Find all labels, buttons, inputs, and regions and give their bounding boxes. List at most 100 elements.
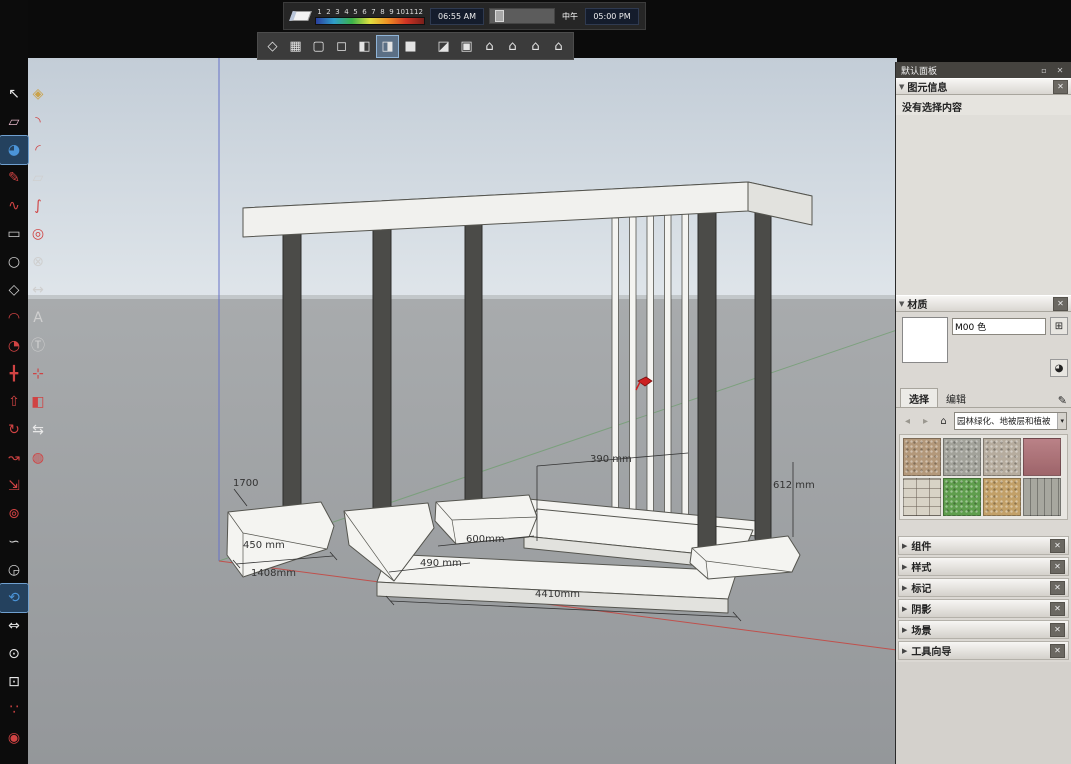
time-slider[interactable] — [489, 8, 555, 24]
section-close-icon[interactable]: ✕ — [1050, 644, 1065, 658]
view-top[interactable]: ▣ — [456, 36, 477, 57]
circle-tool[interactable]: ○ — [0, 248, 28, 276]
scale-tool[interactable]: ⇲ — [0, 472, 28, 500]
section-close-icon[interactable]: ✕ — [1050, 623, 1065, 637]
view-iso[interactable]: ◪ — [433, 36, 454, 57]
material-swatch-pavers-white[interactable] — [903, 478, 941, 516]
arc-tool[interactable]: ◠ — [0, 304, 28, 332]
materials-close-icon[interactable]: ✕ — [1053, 297, 1068, 311]
view-left[interactable]: ⌂ — [548, 36, 569, 57]
offset-edges-tool[interactable]: ◎ — [28, 220, 48, 248]
forward-arrow-icon[interactable]: ▸ — [918, 414, 933, 429]
look-around-tool[interactable]: ◉ — [0, 724, 28, 752]
polygon-tool[interactable]: ◇ — [0, 276, 28, 304]
style-hidden-line[interactable]: ◻ — [331, 36, 352, 57]
face-style-buttons: ◇▦▢◻◧◨■ — [262, 36, 421, 57]
material-preview-thumbnail[interactable] — [902, 317, 948, 363]
axes-tool[interactable]: ⊹ — [28, 360, 48, 388]
style-wireframe[interactable]: ▢ — [308, 36, 329, 57]
tab-edit[interactable]: 编辑 — [938, 389, 974, 407]
material-name-input[interactable] — [952, 318, 1046, 335]
3d-text-tool[interactable]: Ⓣ — [28, 332, 48, 360]
arc-3pt-tool[interactable]: ◜ — [28, 136, 48, 164]
back-arrow-icon[interactable]: ◂ — [900, 414, 915, 429]
style-shaded[interactable]: ◧ — [354, 36, 375, 57]
select-tool[interactable]: ↖ — [0, 80, 28, 108]
material-swatch-pebbles[interactable] — [983, 438, 1021, 476]
freehand-tool[interactable]: ∿ — [0, 192, 28, 220]
section-header-styles[interactable]: ▶样式✕ — [898, 557, 1069, 576]
time-start-field[interactable]: 06:55 AM — [430, 8, 484, 25]
text-tool[interactable]: A — [28, 304, 48, 332]
section-header-shadows[interactable]: ▶阴影✕ — [898, 599, 1069, 618]
follow-me-tool[interactable]: ↝ — [0, 444, 28, 472]
create-material-button[interactable]: ⊞ — [1050, 317, 1068, 335]
offset-tool[interactable]: ⊚ — [0, 500, 28, 528]
eraser-tool[interactable]: ▱ — [0, 108, 28, 136]
section-close-icon[interactable]: ✕ — [1050, 581, 1065, 595]
time-end-field[interactable]: 05:00 PM — [585, 8, 639, 25]
view-back[interactable]: ⌂ — [525, 36, 546, 57]
rectangle-tool[interactable]: ▭ — [0, 220, 28, 248]
tab-select[interactable]: 选择 — [900, 388, 938, 407]
paint-bucket-tool[interactable]: ◕ — [0, 136, 28, 164]
time-slider-knob[interactable] — [495, 10, 504, 22]
expand-arrow-icon: ▶ — [902, 563, 907, 571]
zoom-tool[interactable]: ⊙ — [0, 640, 28, 668]
material-swatch-mulch-tan[interactable] — [983, 478, 1021, 516]
sample-paint-icon[interactable]: ◕ — [1050, 359, 1068, 377]
make-component-tool[interactable]: ◈ — [28, 80, 48, 108]
bezier-curve-tool[interactable]: ∫ — [28, 192, 48, 220]
push-pull-tool[interactable]: ⇧ — [0, 388, 28, 416]
walk-tool[interactable]: ∵ — [0, 696, 28, 724]
tray-pin-icon[interactable]: ▫ — [1038, 66, 1050, 75]
material-swatch-planks-gray[interactable] — [1023, 478, 1061, 516]
material-swatch-gravel-tan[interactable] — [903, 438, 941, 476]
view-right[interactable]: ⌂ — [502, 36, 523, 57]
section-close-icon[interactable]: ✕ — [1050, 560, 1065, 574]
position-camera-tool[interactable]: ◍ — [28, 444, 48, 472]
tape-measure-tool[interactable]: ∽ — [0, 528, 28, 556]
tray-titlebar[interactable]: 默认面板 ▫ ✕ — [896, 62, 1071, 78]
shadow-hour-4: 4 — [342, 8, 351, 16]
move-tool[interactable]: ╋ — [0, 360, 28, 388]
style-shaded-textures[interactable]: ◨ — [377, 36, 398, 57]
zoom-extents-tool[interactable]: ⊡ — [0, 668, 28, 696]
section-plane-tool[interactable]: ◧ — [28, 388, 48, 416]
section-header-scenes[interactable]: ▶场景✕ — [898, 620, 1069, 639]
material-swatch-gravel-gray[interactable] — [943, 438, 981, 476]
shadow-toggle-icon[interactable] — [290, 7, 310, 25]
view-front[interactable]: ⌂ — [479, 36, 500, 57]
style-back-edges[interactable]: ▦ — [285, 36, 306, 57]
pan-tool[interactable]: ⇔ — [0, 612, 28, 640]
edit-pencil-icon[interactable]: ✎ — [1058, 394, 1067, 407]
section-close-icon[interactable]: ✕ — [1050, 539, 1065, 553]
dimension-tool[interactable]: ↔ — [28, 276, 48, 304]
rotated-rectangle-tool[interactable]: ▱ — [28, 164, 48, 192]
expand-arrow-icon: ▶ — [902, 647, 907, 655]
material-swatch-grass-green[interactable] — [943, 478, 981, 516]
rotate-tool[interactable]: ↻ — [0, 416, 28, 444]
orbit-tool[interactable]: ⟲ — [0, 584, 28, 612]
date-slider[interactable]: 123456789101112 — [315, 8, 425, 25]
arc-2pt-tool[interactable]: ◝ — [28, 108, 48, 136]
section-header-components[interactable]: ▶组件✕ — [898, 536, 1069, 555]
material-category-dropdown[interactable]: 园林绿化、地被层和植被 ▾ — [954, 412, 1067, 430]
line-tool[interactable]: ✎ — [0, 164, 28, 192]
entity-info-close-icon[interactable]: ✕ — [1053, 80, 1068, 94]
in-model-home-icon[interactable]: ⌂ — [936, 414, 951, 429]
material-swatch-stone-red[interactable] — [1023, 438, 1061, 476]
pie-tool[interactable]: ◔ — [0, 332, 28, 360]
protractor-tool[interactable]: ◶ — [0, 556, 28, 584]
section-header-instructor[interactable]: ▶工具向导✕ — [898, 641, 1069, 660]
style-monochrome[interactable]: ■ — [400, 36, 421, 57]
pan-alt-tool[interactable]: ⇆ — [28, 416, 48, 444]
style-xray[interactable]: ◇ — [262, 36, 283, 57]
section-header-tags[interactable]: ▶标记✕ — [898, 578, 1069, 597]
large-tool-set-column-1: ↖▱◕✎∿▭○◇◠◔╋⇧↻↝⇲⊚∽◶⟲⇔⊙⊡∵◉ — [0, 80, 28, 752]
materials-header[interactable]: ▼ 材质 ✕ — [896, 295, 1071, 312]
entity-info-header[interactable]: ▼ 图元信息 ✕ — [896, 78, 1071, 95]
tray-close-icon[interactable]: ✕ — [1054, 66, 1066, 75]
intersect-tool[interactable]: ⊗ — [28, 248, 48, 276]
section-close-icon[interactable]: ✕ — [1050, 602, 1065, 616]
